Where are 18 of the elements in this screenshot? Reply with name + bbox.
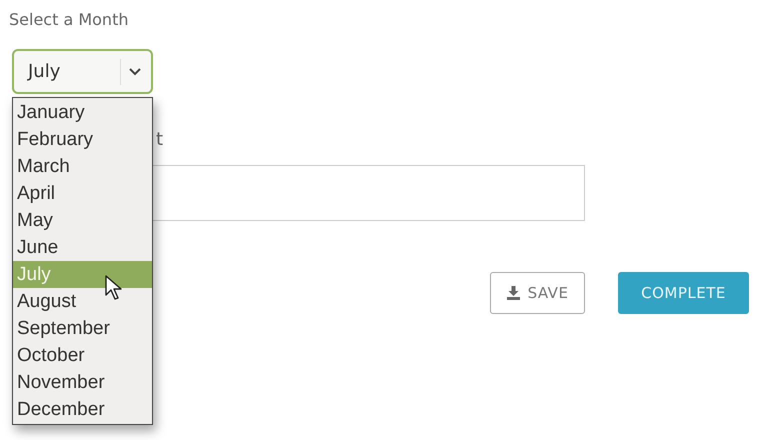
download-icon <box>506 286 520 300</box>
dropdown-option[interactable]: May <box>13 207 152 234</box>
dropdown-option[interactable]: August <box>13 288 152 315</box>
dropdown-option[interactable]: December <box>13 396 152 423</box>
dropdown-option[interactable]: January <box>13 99 152 126</box>
dropdown-option[interactable]: March <box>13 153 152 180</box>
dropdown-option[interactable]: October <box>13 342 152 369</box>
chevron-down-icon <box>129 68 141 76</box>
month-dropdown[interactable]: July <box>12 49 153 94</box>
field-label: t <box>156 129 164 151</box>
field-label: Select a Month <box>9 10 130 31</box>
dropdown-option[interactable]: June <box>13 234 152 261</box>
save-button[interactable]: SAVE <box>490 272 585 314</box>
dropdown-option[interactable]: November <box>13 369 152 396</box>
dropdown-option[interactable]: April <box>13 180 152 207</box>
mouse-cursor-icon <box>105 275 123 301</box>
dropdown-option[interactable]: September <box>13 315 152 342</box>
dropdown-option[interactable]: February <box>13 126 152 153</box>
